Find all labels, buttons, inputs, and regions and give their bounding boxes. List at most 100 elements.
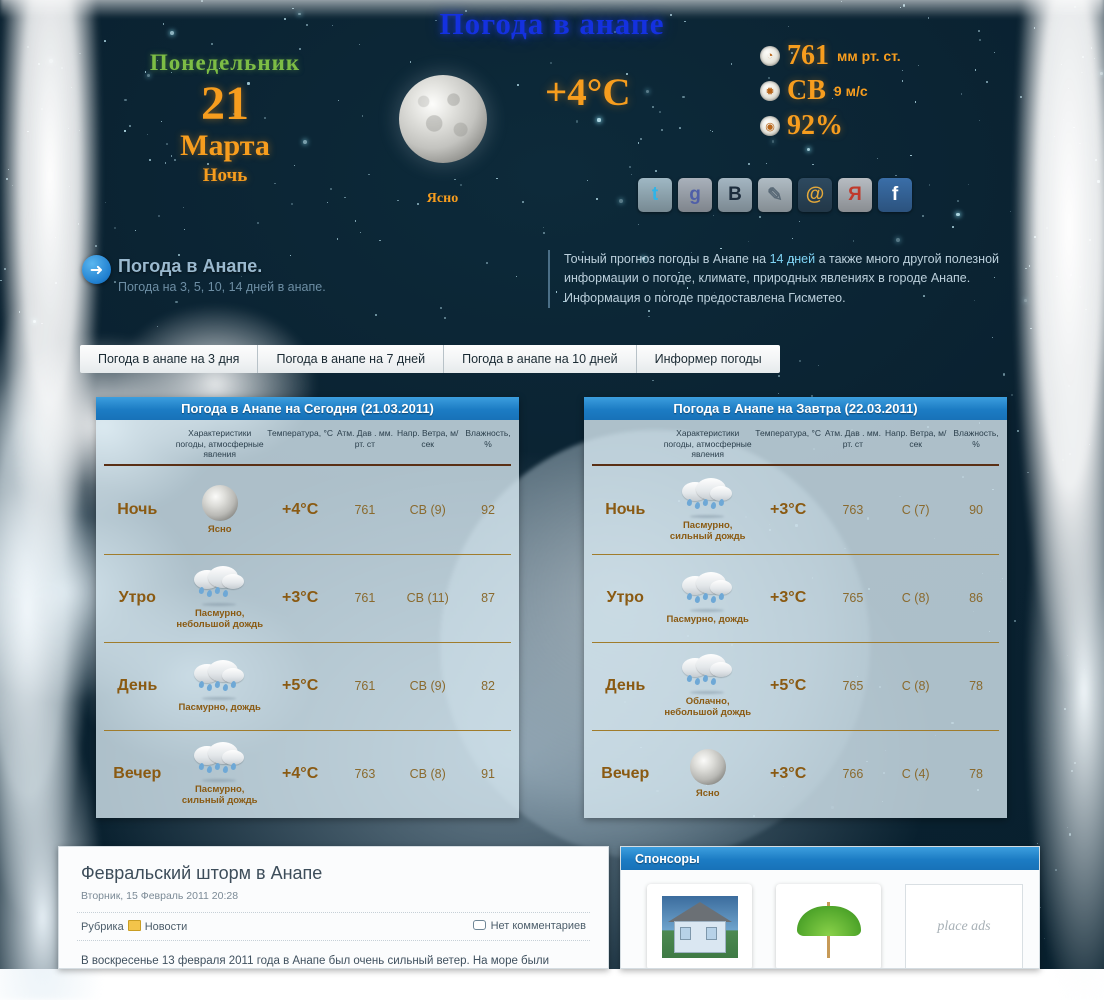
back-arrow-icon[interactable]: ➜: [82, 255, 111, 284]
current-date-block: Понедельник 21 Марта Ночь: [95, 50, 355, 187]
row-condition-cell: Пасмурно, дождь: [175, 659, 265, 713]
row-pressure-cell: 765: [823, 591, 882, 605]
rain-drop: [206, 589, 213, 598]
humidity-value: 91: [481, 766, 495, 781]
row-wind-cell: СВ (8): [394, 767, 461, 781]
facebook-icon[interactable]: f: [878, 178, 912, 212]
sponsors-card: Спонсоры place ads: [620, 846, 1040, 969]
period-label: Ночь: [605, 500, 646, 518]
table-column-headers: Характеристики погоды, атмосферные явлен…: [584, 420, 1007, 462]
row-condition-cell: Пасмурно, небольшой дождь: [175, 565, 265, 631]
article-comments-group[interactable]: Нет комментариев: [472, 920, 586, 933]
google-icon[interactable]: g: [678, 178, 712, 212]
pressure-gauge-icon: ◔: [760, 46, 780, 66]
article-body: В воскресенье 13 февраля 2011 года в Ана…: [81, 955, 550, 967]
rain-drop: [214, 680, 221, 689]
wind-value: СВ (9): [409, 502, 446, 517]
row-humidity-cell: 90: [949, 503, 1003, 517]
row-period-cell: Утро: [588, 589, 663, 607]
mailru-icon[interactable]: @: [798, 178, 832, 212]
wind-value: С (4): [901, 766, 930, 781]
tab-3[interactable]: Погода в анапе на 10 дней: [444, 345, 637, 373]
col-temp: Температура, °С: [267, 428, 334, 438]
row-humidity-cell: 91: [461, 767, 515, 781]
table-title-tomorrow: Погода в Анапе на Завтра (22.03.2011): [584, 397, 1007, 420]
table-title-today: Погода в Анапе на Сегодня (21.03.2011): [96, 397, 519, 420]
article-title[interactable]: Февральский шторм в Анапе: [81, 863, 608, 884]
forecast-tabs: Погода в анапе на 3 дня Погода в анапе на…: [80, 345, 780, 373]
house-window: [679, 927, 691, 940]
row-pressure-cell: 763: [823, 503, 882, 517]
rain-drop: [718, 592, 725, 601]
temp-value: +3°C: [770, 500, 807, 518]
forecast-row: Вечер Пасмурно, сильный дождь +4°C 763 СВ (8…: [96, 729, 519, 818]
tab-4[interactable]: Информер погоды: [636, 345, 780, 373]
moon-clear-icon: [398, 75, 487, 163]
col-pressure: Атм. Дав . мм. рт. ст: [824, 428, 881, 449]
rain-drop: [222, 765, 229, 774]
rain-cloud-icon: [192, 565, 248, 606]
twitter-icon[interactable]: t: [638, 178, 672, 212]
icon-shadow: [689, 608, 724, 612]
row-pressure-cell: 761: [335, 503, 394, 517]
comment-bubble-icon: [472, 920, 486, 930]
period-label: День: [117, 676, 158, 694]
house-thumb[interactable]: [647, 884, 752, 968]
humidity-value: 78: [969, 678, 983, 693]
period-label: Утро: [606, 588, 644, 606]
humidity-value: 90: [969, 502, 983, 517]
forecast-row: Утро Пасмурно, дождь +3°C 765 С (8) 86: [584, 553, 1007, 642]
page-title: Погода в анапе: [439, 6, 665, 41]
pressure-value: 765: [842, 590, 864, 605]
rain-drop: [686, 674, 693, 683]
category-link[interactable]: Новости: [145, 921, 188, 933]
pressure-value: 765: [842, 678, 864, 693]
rain-drop: [198, 680, 205, 689]
rain-drop: [214, 586, 221, 595]
section-subheading: Погода на 3, 5, 10, 14 дней в анапе.: [118, 280, 326, 294]
blurb-highlight: 14 дней: [769, 252, 816, 266]
sponsors-row: place ads: [621, 870, 1039, 968]
condition-label: Пасмурно, сильный дождь: [669, 519, 746, 543]
row-temp-cell: +3°C: [753, 765, 824, 783]
icon-shadow: [689, 690, 724, 694]
rain-drop: [198, 586, 205, 595]
vkontakte-icon[interactable]: В: [718, 178, 752, 212]
col-desc: Характеристики погоды, атмосферные явлен…: [175, 428, 264, 460]
day-part-label: Ночь: [202, 165, 248, 187]
col-humidity: Влажность, %: [953, 428, 999, 449]
ads-placeholder[interactable]: place ads: [905, 884, 1023, 968]
wind-vane-icon: ✹: [760, 81, 780, 101]
rain-drop: [710, 595, 717, 604]
temp-value: +3°C: [282, 588, 319, 606]
row-humidity-cell: 87: [461, 591, 515, 605]
rain-drop: [702, 674, 709, 683]
icon-shadow: [201, 778, 236, 782]
umbrella-thumb[interactable]: [776, 884, 881, 968]
row-period-cell: Вечер: [588, 765, 663, 783]
forecast-table-today: Погода в Анапе на Сегодня (21.03.2011) Х…: [96, 397, 519, 818]
rain-drop: [718, 498, 725, 507]
page-root: Погода в анапе Понедельник 21 Марта Ночь…: [0, 0, 1104, 1000]
pressure-value: 761: [354, 678, 376, 693]
rain-drop: [206, 765, 213, 774]
pressure-value: 761: [787, 40, 829, 71]
blurb-pre: Точный прогноз погоды в Анапе на: [564, 252, 770, 266]
forecast-row: Ночь Ясно +4°C 761 СВ (9) 92: [96, 466, 519, 554]
icon-shadow: [201, 696, 236, 700]
livejournal-icon[interactable]: ✎: [758, 178, 792, 212]
tab-1[interactable]: Погода в анапе на 3 дня: [80, 345, 259, 373]
rain-drop: [206, 683, 213, 692]
yandex-icon[interactable]: Я: [838, 178, 872, 212]
tab-label: Погода в анапе на 3 дня: [98, 352, 240, 366]
rain-drop: [710, 677, 717, 686]
table-body-today: Ночь Ясно +4°C 761 СВ (9) 92 Утро Пасмурно, неб…: [96, 466, 519, 818]
col-period: [588, 428, 663, 460]
wind-value: СВ: [787, 75, 826, 106]
tab-2[interactable]: Погода в анапе на 7 дней: [258, 345, 445, 373]
hero-metrics: ◔ 761 мм рт. ст. ✹ СВ 9 м/с ◉ 92%: [760, 42, 901, 147]
row-wind-cell: СВ (11): [394, 591, 461, 605]
rain-cloud-icon: [680, 477, 736, 518]
weekday-label: Понедельник: [149, 50, 301, 75]
wind-value: С (7): [901, 502, 930, 517]
